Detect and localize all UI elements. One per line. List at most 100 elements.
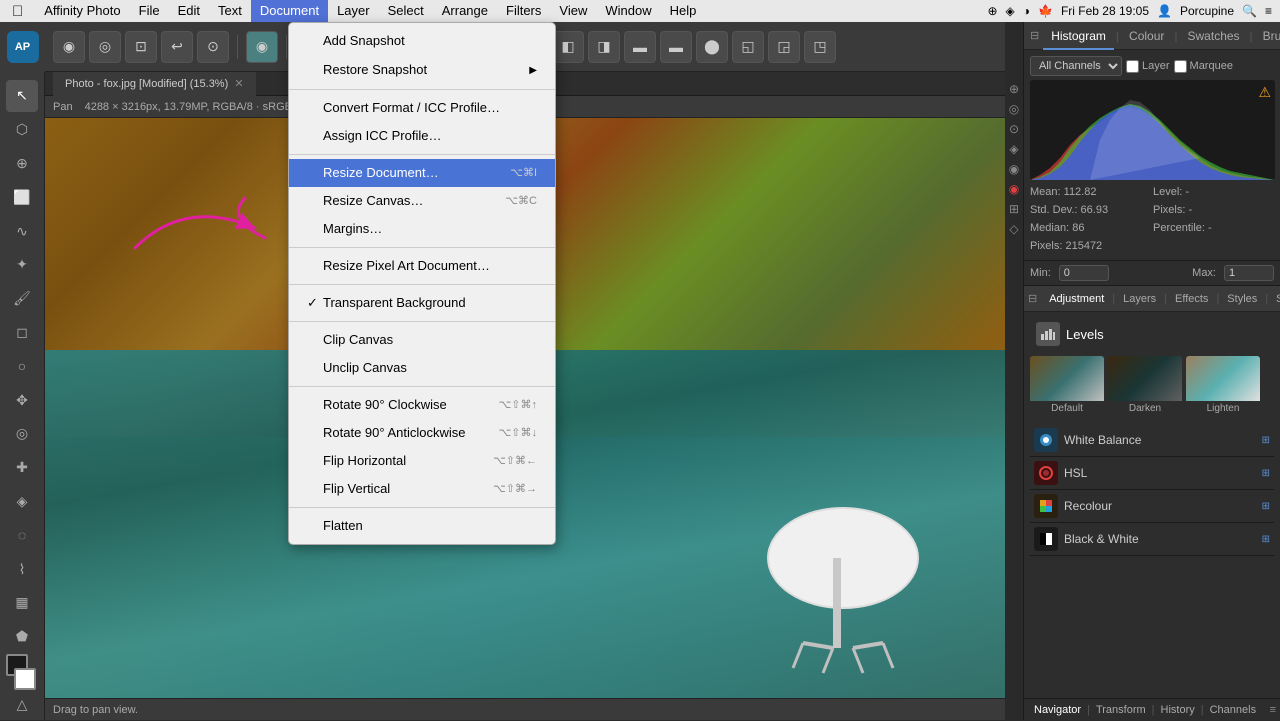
toolbar-share-btn[interactable]: ⊙ [197,31,229,63]
marquee-checkbox[interactable] [1174,60,1187,73]
bottom-nav-menu-icon[interactable]: ≡ [1270,704,1276,716]
adj-black-white[interactable]: Black & White ⊞ [1030,523,1274,556]
toolbar-mode-btn[interactable]: ◉ [53,31,85,63]
tab-layers[interactable]: Layers [1115,286,1164,312]
tab-adjustment[interactable]: Adjustment [1041,286,1112,312]
toolbar-export-btn[interactable]: ⊡ [125,31,157,63]
search-icon[interactable]: 🔍 [1242,4,1257,18]
menu-arrange[interactable]: Arrange [433,0,497,22]
layer-checkbox[interactable] [1126,60,1139,73]
toolbar-align-btn[interactable]: ▬ [624,31,656,63]
menu-text[interactable]: Text [209,0,251,22]
tab-effects[interactable]: Effects [1167,286,1216,312]
blur-tool[interactable]: ◌ [6,519,38,551]
menu-margins[interactable]: Margins… [289,215,555,243]
shape-tool[interactable]: △ [6,688,38,720]
toolbar-align2-btn[interactable]: ▬ [660,31,692,63]
menu-help[interactable]: Help [661,0,706,22]
menu-transparent-bg[interactable]: ✓Transparent Background [289,289,555,317]
magic-wand-tool[interactable]: ✦ [6,249,38,281]
toolbar-live-btn[interactable]: ◎ [89,31,121,63]
menu-filters[interactable]: Filters [497,0,550,22]
menu-file[interactable]: File [130,0,169,22]
clone-tool[interactable]: ✥ [6,384,38,416]
toolbar-color-btn[interactable]: ◉ [246,31,278,63]
menu-window[interactable]: Window [596,0,660,22]
tab-histogram[interactable]: Histogram [1043,22,1114,50]
menu-convert-format[interactable]: Convert Format / ICC Profile… [289,94,555,122]
close-tab-icon[interactable]: ✕ [234,78,243,90]
tab-history[interactable]: History [1155,699,1201,721]
color-fill-tool[interactable]: ⬟ [6,621,38,653]
move-tool[interactable]: ↖ [6,80,38,112]
black-white-add-icon[interactable]: ⊞ [1262,534,1270,545]
menu-view[interactable]: View [550,0,596,22]
adj-thumb-darken[interactable]: Darken [1108,356,1182,416]
menu-add-snapshot[interactable]: Add Snapshot [289,27,555,55]
right-icon-4[interactable]: ◈ [1009,142,1018,156]
toolbar-layer-btn[interactable]: ◱ [732,31,764,63]
menu-layer[interactable]: Layer [328,0,379,22]
menu-rotate-ccw[interactable]: Rotate 90° Anticlockwise ⌥⇧⌘↓ [289,419,555,447]
menu-resize-document[interactable]: Resize Document… ⌥⌘I [289,159,555,187]
menu-resize-pixel-art[interactable]: Resize Pixel Art Document… [289,252,555,280]
toolbar-mask2-btn[interactable]: ◳ [804,31,836,63]
right-icon-2[interactable]: ◎ [1009,102,1019,116]
tab-navigator[interactable]: Navigator [1028,699,1087,721]
adj-thumb-lighten[interactable]: Lighten [1186,356,1260,416]
tab-swatches[interactable]: Swatches [1180,22,1248,50]
paint-brush-tool[interactable]: 🖌 [6,283,38,315]
toolbar-history-btn[interactable]: ↩ [161,31,193,63]
lasso-tool[interactable]: ∿ [6,215,38,247]
toolbar-fill-btn[interactable]: ⬤ [696,31,728,63]
channel-select[interactable]: All Channels Red Green Blue Alpha [1030,56,1122,76]
marquee-tool[interactable]: ⬜ [6,181,38,213]
right-icon-5[interactable]: ◉ [1009,162,1019,176]
photo-tab[interactable]: Photo - fox.jpg [Modified] (15.3%) ✕ [53,72,256,96]
dodge-burn-tool[interactable]: ○ [6,350,38,382]
smudge-tool[interactable]: ⌇ [6,553,38,585]
crop-tool[interactable]: ⊕ [6,148,38,180]
layer-checkbox-label[interactable]: Layer [1126,60,1170,73]
menu-select[interactable]: Select [379,0,433,22]
adj-white-balance[interactable]: White Balance ⊞ [1030,424,1274,457]
erase-tool[interactable]: ◻ [6,317,38,349]
red-eye-tool[interactable]: ◎ [6,418,38,450]
tab-transform[interactable]: Transform [1090,699,1152,721]
right-icon-7[interactable]: ⊞ [1009,202,1019,216]
apple-menu[interactable]:  [0,3,35,20]
hsl-add-icon[interactable]: ⊞ [1262,468,1270,479]
menu-flatten[interactable]: Flatten [289,512,555,540]
menu-edit[interactable]: Edit [169,0,209,22]
right-icon-1[interactable]: ⊕ [1009,82,1019,96]
max-input[interactable] [1224,265,1274,281]
menu-resize-canvas[interactable]: Resize Canvas… ⌥⌘C [289,187,555,215]
marquee-checkbox-label[interactable]: Marquee [1174,60,1233,73]
tab-brushes[interactable]: Brushes [1255,22,1280,50]
tab-channels[interactable]: Channels [1204,699,1262,721]
white-balance-add-icon[interactable]: ⊞ [1262,435,1270,446]
menu-rotate-cw[interactable]: Rotate 90° Clockwise ⌥⇧⌘↑ [289,391,555,419]
tab-styles[interactable]: Styles [1219,286,1265,312]
adj-thumb-default[interactable]: Default [1030,356,1104,416]
tab-colour[interactable]: Colour [1121,22,1172,50]
min-input[interactable] [1059,265,1109,281]
menu-clip-canvas[interactable]: Clip Canvas [289,326,555,354]
menu-affinity[interactable]: Affinity Photo [35,0,129,22]
node-tool[interactable]: ⬡ [6,114,38,146]
adj-recolour[interactable]: Recolour ⊞ [1030,490,1274,523]
right-icon-6[interactable]: ◉ [1009,182,1019,196]
tab-stock[interactable]: Stock [1268,286,1280,312]
sharpen-tool[interactable]: ◈ [6,486,38,518]
toolbar-arrange2-btn[interactable]: ◧ [552,31,584,63]
menu-restore-snapshot[interactable]: Restore Snapshot ▶ [289,55,555,85]
right-icon-3[interactable]: ⊙ [1009,122,1019,136]
recolour-add-icon[interactable]: ⊞ [1262,501,1270,512]
toolbar-arrange3-btn[interactable]: ◨ [588,31,620,63]
gradient-tool[interactable]: ▦ [6,587,38,619]
menu-assign-icc[interactable]: Assign ICC Profile… [289,122,555,150]
menu-flip-v[interactable]: Flip Vertical ⌥⇧⌘→ [289,475,555,503]
menu-document[interactable]: Document [251,0,328,22]
menu-unclip-canvas[interactable]: Unclip Canvas [289,354,555,382]
right-icon-8[interactable]: ◇ [1009,222,1018,236]
